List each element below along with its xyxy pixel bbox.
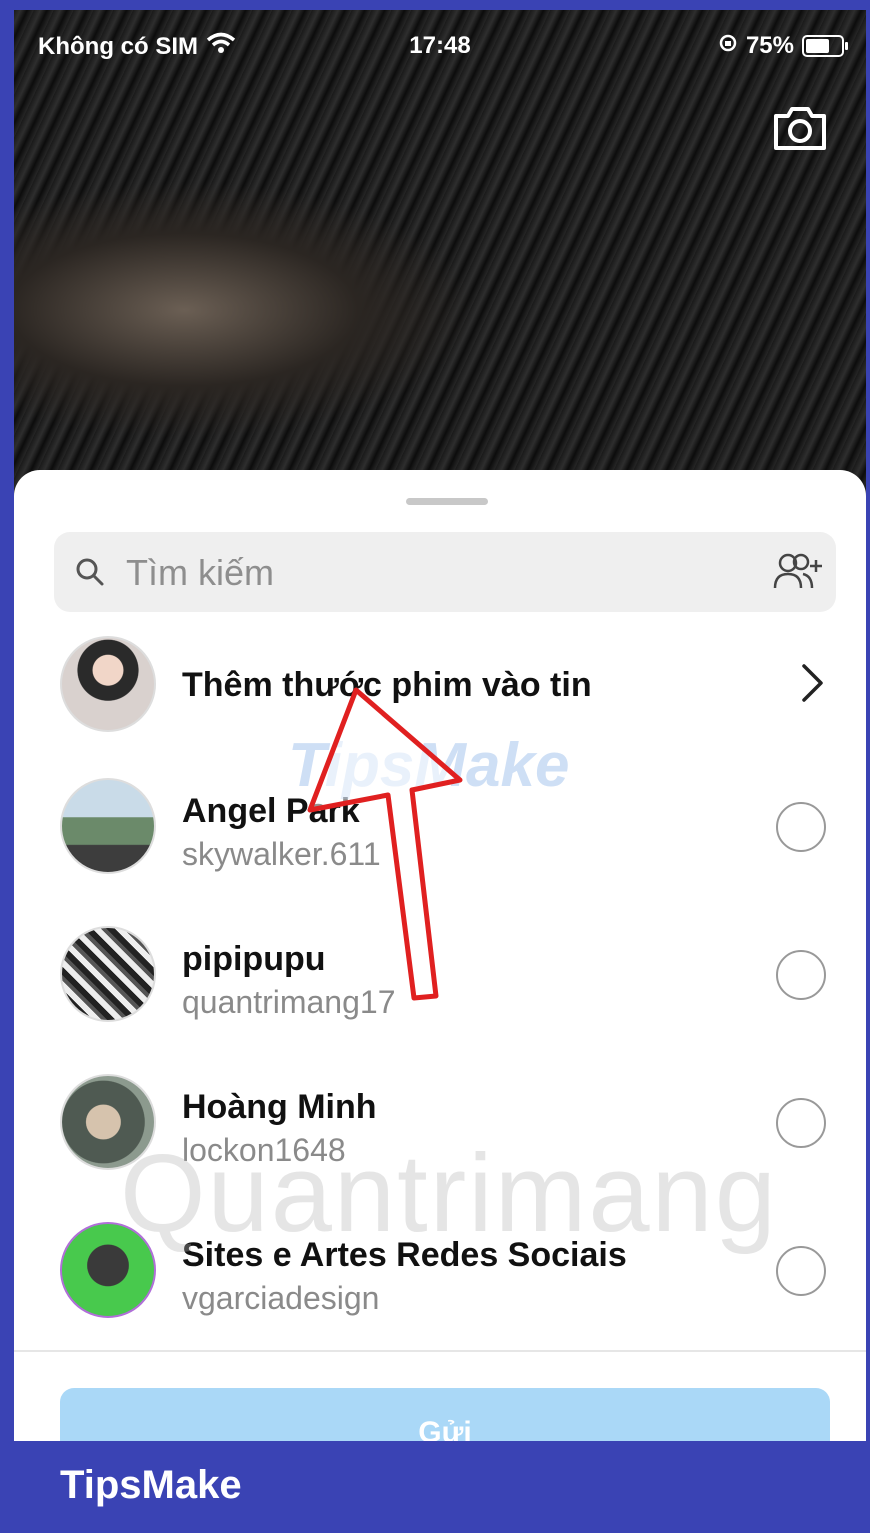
add-to-story-label: Thêm thước phim vào tin <box>182 666 592 704</box>
status-bar: Không có SIM 17:48 75% <box>14 10 866 80</box>
background-photo <box>14 10 866 510</box>
battery-percent: 75% <box>745 32 794 59</box>
quantrimang-watermark: Quantrimang <box>120 1132 778 1255</box>
battery-icon <box>802 35 848 57</box>
search-icon <box>74 556 106 593</box>
search-input[interactable]: Tìm kiếm <box>126 552 274 594</box>
sheet-grabber[interactable] <box>406 498 488 505</box>
avatar <box>60 926 156 1022</box>
orientation-lock-icon <box>718 32 738 60</box>
select-radio[interactable] <box>776 950 826 1000</box>
contact-username: quantrimang17 <box>182 984 396 1020</box>
contact-row[interactable]: pipipupu quantrimang17 <box>54 926 854 1036</box>
select-radio[interactable] <box>776 1246 826 1296</box>
footer-brand: TipsMake <box>60 1463 242 1507</box>
avatar <box>60 778 156 874</box>
contact-name: Hoàng Minh <box>182 1088 377 1126</box>
camera-icon[interactable] <box>770 102 830 154</box>
divider <box>14 1350 866 1352</box>
contact-username: vgarciadesign <box>182 1280 380 1316</box>
search-bar[interactable]: Tìm kiếm <box>54 532 836 612</box>
avatar <box>60 636 156 732</box>
battery-fill <box>806 39 829 53</box>
select-radio[interactable] <box>776 1098 826 1148</box>
footer-bar: TipsMake <box>0 1441 870 1533</box>
share-sheet: Tìm kiếm Thêm thước phim vào tin Angel P… <box>14 470 866 1468</box>
contact-name: pipipupu <box>182 940 326 978</box>
tipsmake-watermark: TipsMake <box>288 731 570 800</box>
add-people-icon[interactable] <box>772 550 824 599</box>
select-radio[interactable] <box>776 802 826 852</box>
chevron-right-icon <box>798 662 826 709</box>
contact-username: skywalker.611 <box>182 836 381 872</box>
